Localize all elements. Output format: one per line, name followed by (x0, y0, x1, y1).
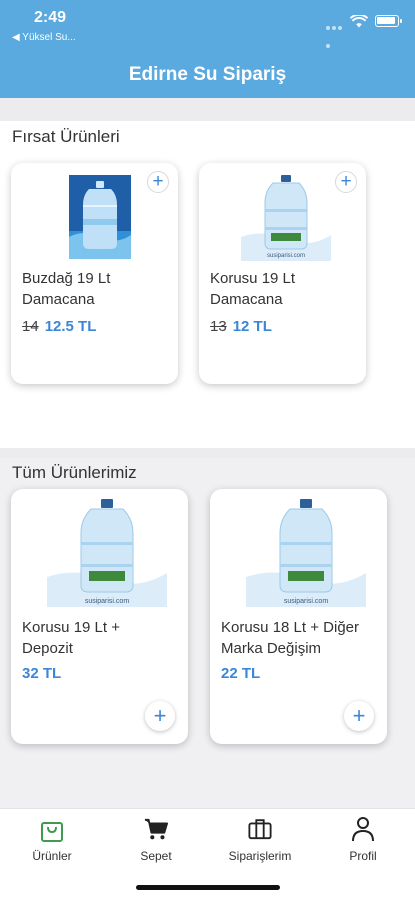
new-price: 12 TL (232, 318, 272, 335)
product-name: Korusu 19 Lt + Depozit (22, 619, 120, 657)
product-name: Buzdağ 19 Lt Damacana (22, 270, 111, 308)
product-card[interactable]: + Buzdağ 19 Lt Damacana 14 12.5 TL (11, 163, 178, 384)
product-image: susiparisi.com (246, 497, 366, 607)
status-time: 2:49 (34, 9, 67, 26)
product-card[interactable]: susiparisi.com Korusu 18 Lt + Diğer Mark… (210, 489, 387, 744)
tab-label: Profil (349, 849, 377, 863)
signal-icon (326, 17, 348, 48)
price: 22 TL (221, 665, 261, 682)
tab-label: Ürünler (32, 849, 72, 863)
briefcase-icon (248, 819, 272, 840)
price: 32 TL (22, 665, 62, 682)
cart-icon (144, 818, 168, 840)
add-to-cart-button[interactable]: + (335, 171, 357, 193)
person-icon (352, 817, 374, 842)
all-products-section-title: Tüm Ürünlerimiz (12, 463, 137, 482)
tab-label: Siparişlerim (228, 849, 292, 863)
new-price: 12.5 TL (44, 318, 97, 335)
old-price: 13 (210, 318, 227, 335)
product-price: 14 12.5 TL (22, 318, 96, 335)
product-price: 13 12 TL (210, 318, 272, 335)
add-to-cart-button[interactable]: + (145, 701, 175, 731)
add-to-cart-button[interactable]: + (344, 701, 374, 731)
product-card[interactable]: + susiparisi.com Korusu 19 Lt Damacana 1… (199, 163, 366, 384)
product-card[interactable]: susiparisi.com Korusu 19 Lt + Depozit 32… (11, 489, 188, 744)
svg-text:susiparisi.com: susiparisi.com (284, 598, 329, 605)
product-image (69, 175, 131, 259)
tab-label: Sepet (140, 849, 172, 863)
svg-text:susiparisi.com: susiparisi.com (267, 253, 305, 259)
product-image: susiparisi.com (241, 173, 331, 261)
bag-icon (41, 822, 63, 842)
back-to-app-link[interactable]: ◀ Yüksel Su... (12, 32, 76, 43)
home-indicator (136, 885, 280, 890)
product-name: Korusu 19 Lt Damacana (210, 270, 296, 308)
old-price: 14 (22, 318, 39, 335)
deals-section-title: Fırsat Ürünleri (12, 127, 120, 146)
product-name: Korusu 18 Lt + Diğer Marka Değişim (221, 619, 359, 657)
product-image: susiparisi.com (47, 497, 167, 607)
page-title: Edirne Su Sipariş (128, 64, 287, 85)
app-header: 2:49 ◀ Yüksel Su... Edirne Su Sipariş (0, 0, 415, 98)
product-price: 22 TL (221, 665, 260, 682)
svg-text:susiparisi.com: susiparisi.com (85, 598, 130, 605)
battery-icon (375, 15, 402, 27)
add-to-cart-button[interactable]: + (147, 171, 169, 193)
deals-section: Fırsat Ürünleri + Buzdağ 19 Lt Damacana … (0, 121, 415, 448)
wifi-icon (350, 15, 368, 28)
product-price: 32 TL (22, 665, 61, 682)
all-products-section: Tüm Ürünlerimiz susiparisi.com Korusu 19… (0, 458, 415, 808)
